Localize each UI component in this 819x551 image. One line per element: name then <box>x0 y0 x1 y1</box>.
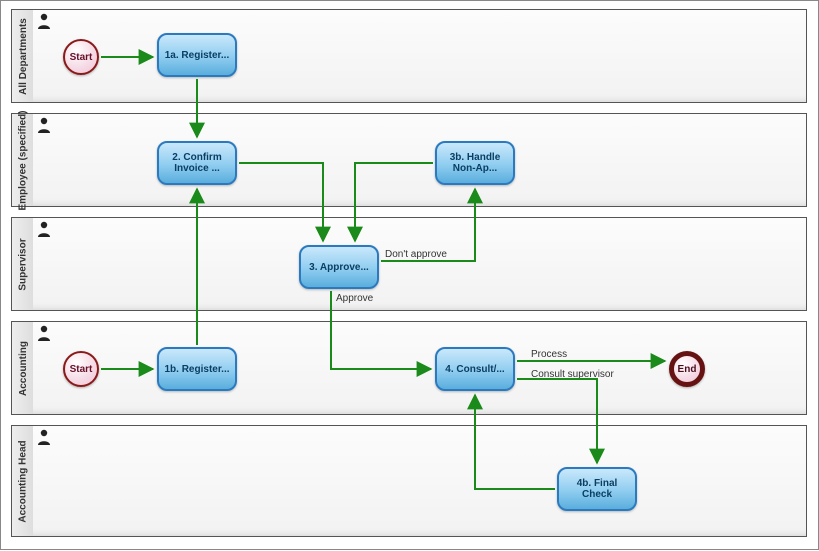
lane-body[interactable] <box>33 9 807 103</box>
edge-label-process: Process <box>531 349 567 360</box>
lane-accounting-head: Accounting Head <box>11 425 807 537</box>
user-icon <box>37 325 51 341</box>
lane-label: Supervisor <box>18 238 29 290</box>
lane-body[interactable] <box>33 425 807 537</box>
lane-label: All Departments <box>18 18 29 95</box>
task-2-confirm-invoice[interactable]: 2. Confirm Invoice ... <box>157 141 237 185</box>
lane-label: Accounting Head <box>18 440 29 522</box>
lane-employee: Employee (specified) <box>11 113 807 207</box>
start-event-1[interactable]: Start <box>63 39 99 75</box>
edge-label-dont-approve: Don't approve <box>385 249 447 260</box>
lane-body[interactable] <box>33 113 807 207</box>
lane-label: Employee (specified) <box>18 110 29 210</box>
task-3-approve[interactable]: 3. Approve... <box>299 245 379 289</box>
event-label: End <box>678 364 697 375</box>
event-label: Start <box>70 364 93 375</box>
user-icon <box>37 13 51 29</box>
lane-label: Accounting <box>18 341 29 396</box>
end-event[interactable]: End <box>669 351 705 387</box>
task-label: 4b. Final Check <box>562 478 632 500</box>
task-label: 1b. Register... <box>164 364 229 375</box>
task-4-consult[interactable]: 4. Consult/... <box>435 347 515 391</box>
lane-body[interactable] <box>33 217 807 311</box>
task-label: 3. Approve... <box>309 262 369 273</box>
task-label: 2. Confirm Invoice ... <box>162 152 232 174</box>
user-icon <box>37 221 51 237</box>
lane-all-departments: All Departments <box>11 9 807 103</box>
task-1b-register[interactable]: 1b. Register... <box>157 347 237 391</box>
task-1a-register[interactable]: 1a. Register... <box>157 33 237 77</box>
edge-label-approve: Approve <box>336 293 373 304</box>
edge-label-consult-supervisor: Consult supervisor <box>531 369 614 380</box>
task-3b-handle-non-approved[interactable]: 3b. Handle Non-Ap... <box>435 141 515 185</box>
event-label: Start <box>70 52 93 63</box>
user-icon <box>37 117 51 133</box>
task-label: 1a. Register... <box>165 50 229 61</box>
user-icon <box>37 429 51 445</box>
task-label: 4. Consult/... <box>445 364 504 375</box>
lane-supervisor: Supervisor <box>11 217 807 311</box>
task-label: 3b. Handle Non-Ap... <box>440 152 510 174</box>
start-event-2[interactable]: Start <box>63 351 99 387</box>
bpmn-canvas: All Departments Employee (specified) Sup… <box>0 0 819 550</box>
task-4b-final-check[interactable]: 4b. Final Check <box>557 467 637 511</box>
